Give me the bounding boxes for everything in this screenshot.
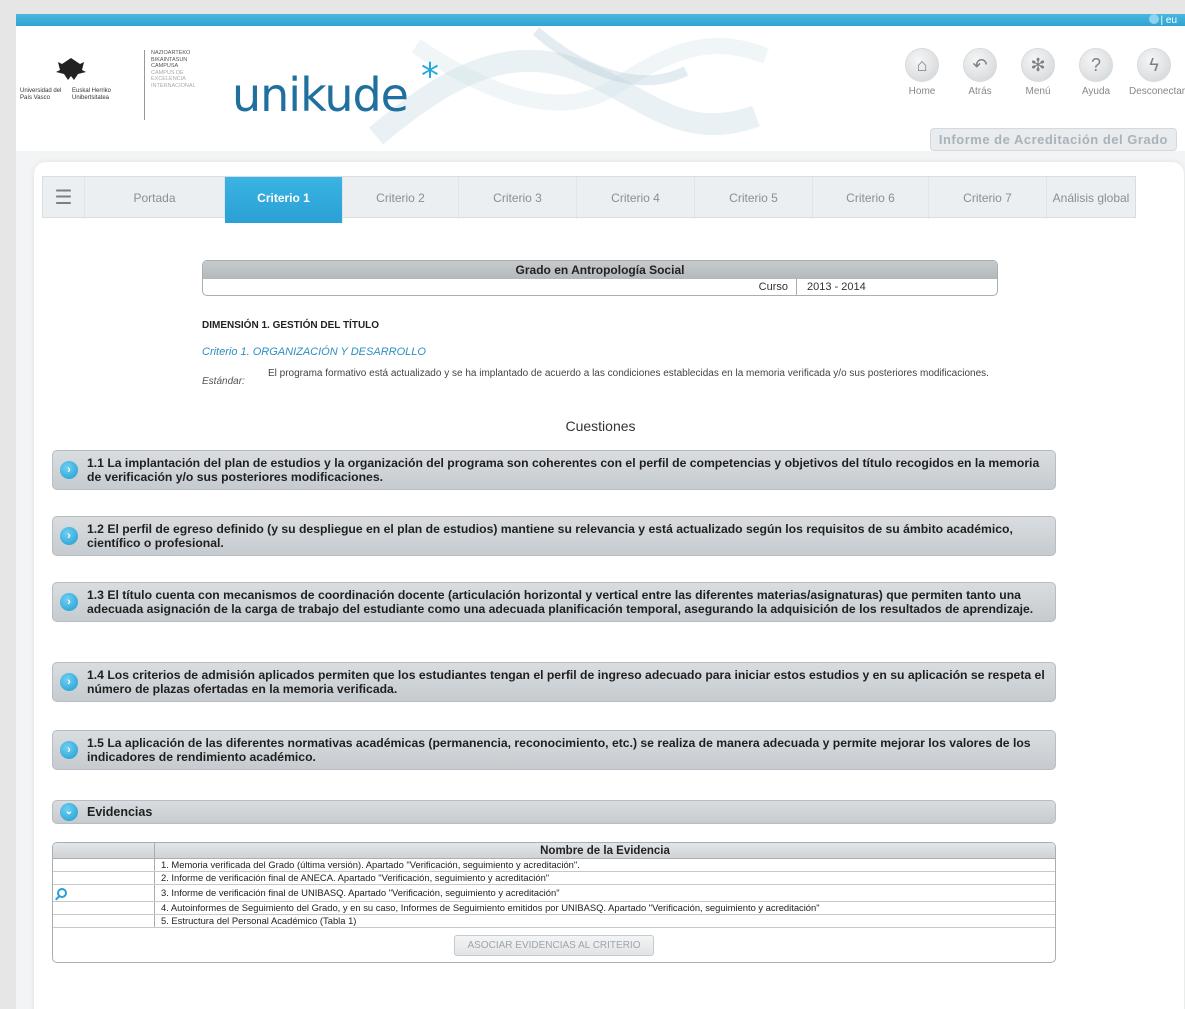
upv-name-es: Universidad del País Vasco bbox=[20, 88, 62, 101]
criteria-tabs: ☰ Portada Criterio 1 Criterio 2 Criterio… bbox=[42, 176, 1136, 223]
cuestion-1-4[interactable]: › 1.4 Los criterios de admisión aplicado… bbox=[52, 662, 1056, 702]
campus-line: INTERNACIONAL bbox=[151, 82, 196, 89]
nav-label: Menú bbox=[1025, 86, 1051, 97]
evidencias-table: Nombre de la Evidencia 1. Memoria verifi… bbox=[52, 842, 1056, 963]
expand-arrow-icon[interactable]: › bbox=[60, 741, 78, 759]
smoke-decoration bbox=[368, 27, 769, 145]
search-icon[interactable] bbox=[57, 888, 67, 898]
expand-arrow-icon[interactable]: › bbox=[60, 527, 78, 545]
help-icon: ? bbox=[1079, 48, 1113, 82]
top-bar: | eu bbox=[16, 14, 1185, 26]
cuestion-text: 1.2 El perfil de egreso definido (y su d… bbox=[87, 522, 1013, 550]
cuestion-text: 1.1 La implantación del plan de estudios… bbox=[87, 456, 1040, 484]
table-row: 3. Informe de verificación final de UNIB… bbox=[53, 885, 1055, 902]
language-label: | eu bbox=[1160, 15, 1178, 26]
unikude-logo: unikude * bbox=[232, 56, 439, 122]
back-arrow-icon: ↶ bbox=[963, 48, 997, 82]
expand-arrow-icon[interactable]: › bbox=[60, 593, 78, 611]
evidencia-cell: 3. Informe de verificación final de UNIB… bbox=[161, 887, 560, 898]
dimension-title: DIMENSIÓN 1. GESTIÓN DEL TÍTULO bbox=[202, 320, 380, 331]
evidencia-cell: 2. Informe de verificación final de ANEC… bbox=[161, 872, 550, 883]
nav-help[interactable]: ? Ayuda bbox=[1071, 48, 1121, 97]
tab-criterio-7[interactable]: Criterio 7 bbox=[929, 177, 1047, 219]
evidencia-cell: 1. Memoria verificada del Grado (última … bbox=[161, 859, 580, 870]
associate-evidences-button[interactable]: ASOCIAR EVIDENCIAS AL CRITERIO bbox=[454, 934, 654, 956]
evidencia-cell: 5. Estructura del Personal Académico (Ta… bbox=[161, 915, 357, 926]
table-row: 1. Memoria verificada del Grado (última … bbox=[53, 859, 1055, 872]
evidencias-footer: ASOCIAR EVIDENCIAS AL CRITERIO bbox=[53, 928, 1055, 962]
curso-value: 2013 - 2014 bbox=[807, 281, 866, 293]
brand-name: unikude bbox=[232, 68, 409, 122]
evidencias-column-header: Nombre de la Evidencia bbox=[540, 845, 670, 857]
cuestion-1-3[interactable]: › 1.3 El título cuenta con mecanismos de… bbox=[52, 582, 1056, 622]
table-row: 2. Informe de verificación final de ANEC… bbox=[53, 872, 1055, 885]
cuestion-1-5[interactable]: › 1.5 La aplicación de las diferentes no… bbox=[52, 730, 1056, 770]
nav-home[interactable]: ⌂ Home bbox=[897, 48, 947, 97]
nav-label: Desconectar bbox=[1129, 86, 1185, 97]
cuestion-text: 1.4 Los criterios de admisión aplicados … bbox=[87, 668, 1045, 696]
nav-logout[interactable]: ϟ Desconectar bbox=[1129, 48, 1185, 97]
tab-criterio-5[interactable]: Criterio 5 bbox=[695, 177, 813, 219]
curso-label: Curso bbox=[737, 279, 797, 295]
nav-back[interactable]: ↶ Atrás bbox=[955, 48, 1005, 97]
tab-criterio-4[interactable]: Criterio 4 bbox=[577, 177, 695, 219]
expand-arrow-icon[interactable]: › bbox=[60, 461, 78, 479]
estandar-label: Estándar: bbox=[202, 376, 245, 387]
evidencias-title: Evidencias bbox=[87, 805, 153, 819]
top-nav: ⌂ Home ↶ Atrás ✻ Menú ? Ayuda ϟ Desconec… bbox=[897, 48, 1185, 97]
upv-name-eu: Euskal Herriko Unibertsitatea bbox=[72, 88, 112, 101]
expand-arrow-icon[interactable]: › bbox=[60, 673, 78, 691]
criterio-title: Criterio 1. ORGANIZACIÓN Y DESARROLLO bbox=[202, 346, 426, 358]
collapse-arrow-icon[interactable]: ⌄ bbox=[60, 803, 78, 821]
nav-label: Ayuda bbox=[1081, 86, 1111, 97]
evidencia-cell: 4. Autoinformes de Seguimiento del Grado… bbox=[161, 902, 820, 913]
nav-label: Home bbox=[908, 86, 936, 97]
globe-icon bbox=[1148, 14, 1159, 24]
campus-logo: NAZIOARTEKO BIKAINTASUN CAMPUSA CAMPUS D… bbox=[144, 50, 214, 120]
nav-label: Atrás bbox=[968, 86, 992, 97]
tab-portada[interactable]: Portada bbox=[85, 177, 225, 219]
cuestion-1-1[interactable]: › 1.1 La implantación del plan de estudi… bbox=[52, 450, 1056, 490]
evidencias-table-header: Nombre de la Evidencia bbox=[53, 843, 1055, 859]
grado-title: Grado en Antropología Social bbox=[203, 261, 997, 279]
table-row: 4. Autoinformes de Seguimiento del Grado… bbox=[53, 902, 1055, 915]
grado-box: Grado en Antropología Social Curso 2013 … bbox=[202, 260, 998, 296]
brand-star-icon: * bbox=[420, 56, 439, 97]
tabs-menu-icon[interactable]: ☰ bbox=[43, 177, 85, 219]
curso-row: Curso 2013 - 2014 bbox=[203, 279, 997, 295]
upv-tree-icon bbox=[56, 58, 86, 80]
tab-analisis-global[interactable]: Análisis global bbox=[1047, 177, 1135, 219]
header: Universidad del País Vasco Euskal Herrik… bbox=[16, 26, 1185, 151]
evidencias-header[interactable]: ⌄ Evidencias bbox=[52, 800, 1056, 824]
estandar-text: El programa formativo está actualizado y… bbox=[268, 368, 989, 379]
cuestion-1-2[interactable]: › 1.2 El perfil de egreso definido (y su… bbox=[52, 516, 1056, 556]
home-icon: ⌂ bbox=[905, 48, 939, 82]
tab-criterio-1[interactable]: Criterio 1 bbox=[225, 177, 343, 223]
app-frame: | eu Universidad del País Vasco Euskal H… bbox=[16, 14, 1185, 1009]
table-row: 5. Estructura del Personal Académico (Ta… bbox=[53, 915, 1055, 928]
tab-criterio-3[interactable]: Criterio 3 bbox=[459, 177, 577, 219]
menu-asterisk-icon: ✻ bbox=[1021, 48, 1055, 82]
nav-menu[interactable]: ✻ Menú bbox=[1013, 48, 1063, 97]
lightning-icon: ϟ bbox=[1137, 48, 1171, 82]
tab-criterio-2[interactable]: Criterio 2 bbox=[343, 177, 459, 219]
tab-criterio-6[interactable]: Criterio 6 bbox=[813, 177, 929, 219]
report-title: Informe de Acreditación del Grado bbox=[929, 128, 1177, 151]
cuestion-text: 1.5 La aplicación de las diferentes norm… bbox=[87, 736, 1031, 764]
cuestiones-title: Cuestiones bbox=[565, 418, 636, 434]
cuestion-text: 1.3 El título cuenta con mecanismos de c… bbox=[87, 588, 1034, 616]
